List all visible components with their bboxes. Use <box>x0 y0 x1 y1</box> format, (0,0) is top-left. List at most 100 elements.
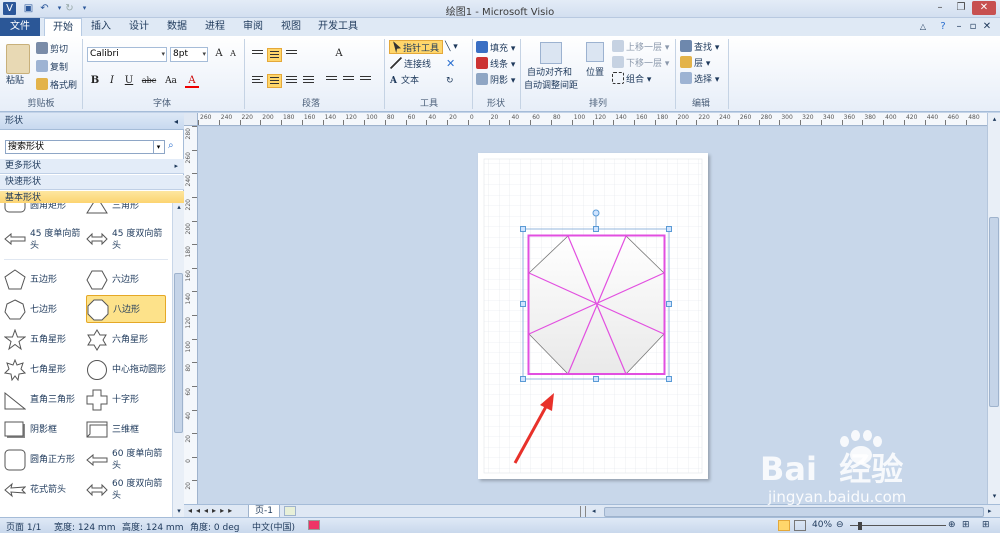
shape-45-double-arrow[interactable]: 45 度双向箭头 <box>86 227 166 253</box>
collapse-ribbon-icon[interactable]: △ <box>916 18 930 36</box>
find-button[interactable]: 查找 ▾ <box>680 40 719 54</box>
shape-right-triangle[interactable]: 直角三角形 <box>4 387 84 413</box>
fit-page-icon[interactable]: ⊞ <box>962 520 970 530</box>
font-size-select[interactable]: 8pt ▾ <box>170 47 208 62</box>
doc-close-icon[interactable]: ✕ <box>980 18 994 36</box>
tab-process[interactable]: 进程 <box>198 18 232 36</box>
tab-design[interactable]: 设计 <box>122 18 156 36</box>
pan-zoom-icon[interactable]: ⊞ <box>982 520 990 530</box>
tab-data[interactable]: 数据 <box>160 18 194 36</box>
shape-rounded-rect[interactable]: 圆角矩形 <box>4 203 84 219</box>
align-top-button[interactable] <box>250 48 265 62</box>
decrease-indent-button[interactable] <box>324 74 339 88</box>
fill-button[interactable]: 填充 ▾ <box>476 41 515 55</box>
scroll-up-icon[interactable]: ▴ <box>174 203 184 213</box>
italic-button[interactable]: I <box>105 74 119 88</box>
send-backward-button[interactable]: 下移一层 ▾ <box>612 56 669 70</box>
align-bottom-button[interactable] <box>284 48 299 62</box>
scroll-down-icon[interactable]: ▾ <box>989 492 1000 502</box>
close-button[interactable]: ✕ <box>972 1 996 15</box>
shape-60-single-arrow[interactable]: 60 度单向箭头 <box>86 447 166 473</box>
font-name-select[interactable]: Calibri ▾ <box>87 47 167 62</box>
font-color-button[interactable]: A <box>185 74 199 88</box>
line-button[interactable]: 线条 ▾ <box>476 57 515 71</box>
macro-record-icon[interactable] <box>308 520 320 530</box>
bullets-button[interactable] <box>358 74 373 88</box>
page-navigation-icons[interactable]: ◂◂◂▸▸▸ <box>188 506 236 515</box>
paste-icon[interactable] <box>6 44 30 74</box>
align-middle-button[interactable] <box>267 48 282 62</box>
shape-octagon[interactable]: 八边形 <box>86 295 166 323</box>
shape-fancy-arrow[interactable]: 花式箭头 <box>4 477 84 503</box>
stencil-quick-shapes[interactable]: 快速形状 <box>0 175 184 190</box>
auto-align-label-1[interactable]: 自动对齐和 <box>527 66 572 80</box>
shape-triangle[interactable]: 三角形 <box>86 203 166 219</box>
shape-3d-box[interactable]: 三维框 <box>86 417 166 443</box>
align-center-button[interactable] <box>267 74 282 88</box>
shape-rounded-square[interactable]: 圆角正方形 <box>4 447 84 473</box>
layers-button[interactable]: 层 ▾ <box>680 56 710 70</box>
octagon-shape[interactable] <box>527 234 666 375</box>
help-icon[interactable]: ? <box>936 18 950 36</box>
copy-button[interactable]: 复制 <box>36 60 68 74</box>
scroll-down-icon[interactable]: ▾ <box>174 507 184 517</box>
collapse-panel-icon[interactable]: ◂ <box>174 113 178 130</box>
shape-60-double-arrow[interactable]: 60 度双向箭头 <box>86 477 166 503</box>
shape-heptagon[interactable]: 七边形 <box>4 297 84 323</box>
scroll-up-icon[interactable]: ▴ <box>989 115 1000 125</box>
shape-six-star[interactable]: 六角星形 <box>86 327 166 353</box>
grow-font-icon[interactable]: A <box>212 47 226 61</box>
shape-45-single-arrow[interactable]: 45 度单向箭头 <box>4 227 84 253</box>
tab-file[interactable]: 文件 <box>0 18 40 36</box>
shape-circle[interactable]: 中心拖动圆形 <box>86 357 166 383</box>
select-button[interactable]: 选择 ▾ <box>680 72 719 86</box>
zoom-in-icon[interactable]: ⊕ <box>948 520 956 530</box>
search-dropdown-icon[interactable]: ▾ <box>153 141 163 153</box>
tab-developer[interactable]: 开发工具 <box>314 18 362 36</box>
zoom-out-icon[interactable]: ⊖ <box>836 520 844 530</box>
text-direction-button[interactable]: A <box>332 47 346 61</box>
full-page-view-icon[interactable] <box>778 520 790 531</box>
increase-indent-button[interactable] <box>341 74 356 88</box>
shadow-button[interactable]: 阴影 ▾ <box>476 73 515 87</box>
canvas-scroll-thumb[interactable] <box>989 217 999 407</box>
shape-shadow-box[interactable]: 阴影框 <box>4 417 84 443</box>
change-case-button[interactable]: Aa <box>162 74 180 88</box>
minimize-button[interactable]: – <box>930 1 950 15</box>
tab-review[interactable]: 审阅 <box>236 18 270 36</box>
position-button[interactable]: 位置 <box>586 66 604 80</box>
cut-button[interactable]: 剪切 <box>36 42 68 56</box>
underline-button[interactable]: U <box>122 74 136 88</box>
shape-cross[interactable]: 十字形 <box>86 387 166 413</box>
justify-button[interactable] <box>301 74 316 88</box>
search-icon[interactable]: ⌕ <box>168 140 180 154</box>
maximize-button[interactable]: ❐ <box>951 1 971 15</box>
scroll-thumb[interactable] <box>174 273 183 433</box>
search-shapes-input[interactable]: 搜索形状 ▾ <box>5 140 165 154</box>
doc-restore-icon[interactable]: ▫ <box>966 18 980 36</box>
doc-minimize-icon[interactable]: – <box>952 18 966 36</box>
full-screen-icon[interactable] <box>794 520 806 531</box>
zoom-slider[interactable] <box>850 525 946 526</box>
align-left-button[interactable] <box>250 74 265 88</box>
shape-hexagon[interactable]: 六边形 <box>86 267 166 293</box>
zoom-level[interactable]: 40% <box>812 520 832 530</box>
strikethrough-button[interactable]: abc <box>139 74 159 88</box>
insert-page-icon[interactable] <box>284 506 296 516</box>
tab-view[interactable]: 视图 <box>274 18 308 36</box>
shape-five-star[interactable]: 五角星形 <box>4 327 84 353</box>
tab-home[interactable]: 开始 <box>44 18 82 36</box>
rotate-icon[interactable]: ↻ <box>446 74 454 88</box>
zoom-slider-thumb[interactable] <box>858 522 862 530</box>
bring-forward-button[interactable]: 上移一层 ▾ <box>612 40 669 54</box>
text-tool-button[interactable]: A 文本 <box>390 74 419 88</box>
shrink-font-icon[interactable]: A <box>226 47 240 61</box>
tab-insert[interactable]: 插入 <box>84 18 118 36</box>
status-language[interactable]: 中文(中国) <box>252 520 295 533</box>
shape-pentagon[interactable]: 五边形 <box>4 267 84 293</box>
format-painter-button[interactable]: 格式刷 <box>36 78 77 92</box>
align-right-button[interactable] <box>284 74 299 88</box>
scroll-left-icon[interactable]: ◂ <box>592 507 602 517</box>
auto-align-icon[interactable] <box>540 42 562 64</box>
shape-seven-star[interactable]: 七角星形 <box>4 357 84 383</box>
